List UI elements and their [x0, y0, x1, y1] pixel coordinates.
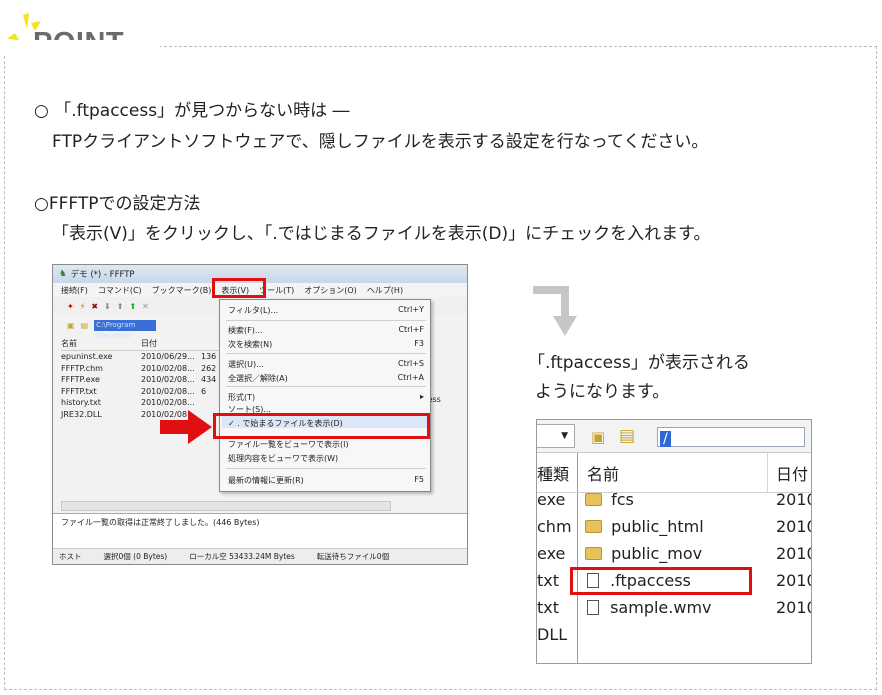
menu-bookmark[interactable]: ブックマーク(B) — [152, 285, 212, 296]
date-cell: 2010 — [776, 571, 811, 590]
status-local-free: ローカル空 53433.24M Bytes — [189, 552, 295, 561]
file-row[interactable]: FFFTP.txt 2010/02/08... 6 — [61, 386, 221, 398]
chevron-down-icon: ▼ — [561, 431, 568, 441]
highlight-view-menu — [212, 278, 266, 298]
menu-item-refresh[interactable]: 最新の情報に更新(R) F5 — [228, 475, 424, 486]
menu-item-format[interactable]: 形式(T) ▸ — [228, 392, 424, 403]
date-cell: 2010 — [776, 598, 811, 617]
note-line-2: FTPクライアントソフトウェアで、隠しファイルを表示する設定を行なってください。 — [52, 132, 709, 152]
type-cell: txt — [537, 571, 560, 590]
folder-up-icon[interactable]: ▣ — [67, 321, 75, 330]
date-cell: 2010 — [776, 544, 811, 563]
up-folder-icon[interactable]: ⬆ — [129, 302, 136, 311]
type-cell: txt — [537, 598, 560, 617]
menu-item-find[interactable]: 検索(F)... Ctrl+F — [228, 325, 424, 336]
remote-toolbar: ▼ ▣ ▤ / — [537, 420, 811, 453]
list-item[interactable]: public_html — [585, 517, 704, 536]
list-item[interactable]: sample.wmv — [585, 598, 712, 617]
open-folder-icon[interactable]: ▤ — [619, 426, 635, 446]
menu-command[interactable]: コマンド(C) — [98, 285, 142, 296]
red-arrow-icon — [160, 410, 212, 444]
status-host: ホスト — [59, 552, 82, 561]
remote-path-input[interactable]: / — [657, 427, 805, 447]
menu-options[interactable]: オプション(O) — [304, 285, 357, 296]
folder-icon — [585, 520, 602, 533]
log-area: ファイル一覧の取得は正常終了しました。(446 Bytes) — [53, 513, 467, 549]
local-path-input[interactable]: C:\Program Files\Ffftp — [94, 319, 157, 340]
col-type-header[interactable]: 種類 — [537, 461, 569, 485]
remote-file-view: ▼ ▣ ▤ / 種類 名前 日付 exe chm exe txt txt DLL… — [536, 419, 812, 664]
highlight-ftpaccess-row — [570, 567, 752, 595]
file-row[interactable]: epuninst.exe 2010/06/29... 136 — [61, 351, 221, 363]
col-date-header[interactable]: 日付 — [776, 461, 808, 485]
file-icon — [587, 600, 599, 615]
menu-item-filter[interactable]: フィルタ(L)... Ctrl+Y — [228, 305, 424, 316]
type-cell: exe — [537, 544, 566, 563]
col-name-header[interactable]: 名前 — [587, 461, 619, 485]
disconnect-icon[interactable]: ✖ — [91, 302, 98, 311]
folder-up-icon[interactable]: ▣ — [591, 428, 605, 446]
window-title: デモ (*) - FFFTP — [70, 270, 135, 280]
download-icon[interactable]: ⬇ — [104, 302, 111, 311]
col-date[interactable]: 日付 — [141, 338, 201, 349]
list-item[interactable]: public_mov — [585, 544, 702, 563]
note-line-1: ○ 「.ftpaccess」が見つからない時は ― — [34, 101, 350, 121]
upload-icon[interactable]: ⬆ — [117, 302, 124, 311]
col-name[interactable]: 名前 — [61, 338, 141, 349]
callout-line-2: ようになります。 — [535, 382, 670, 402]
type-cell: exe — [537, 490, 566, 509]
delete-icon[interactable]: ✕ — [142, 302, 149, 311]
type-cell: chm — [537, 517, 572, 536]
local-file-list: 名前 日付 epuninst.exe 2010/06/29... 136 FFFTP… — [61, 337, 221, 420]
menu-item-select[interactable]: 選択(U)... Ctrl+S — [228, 359, 424, 370]
menu-item-find-next[interactable]: 次を検索(N) F3 — [228, 339, 424, 350]
menu-item-list-in-viewer[interactable]: ファイル一覧をビューワで表示(I) — [228, 439, 424, 450]
folder-icon — [585, 547, 602, 560]
callout-line-1: 「.ftpaccess」が表示される — [528, 353, 750, 373]
down-arrow-icon — [533, 286, 577, 336]
highlight-dotfiles-item — [213, 413, 430, 439]
app-icon: ♞ — [59, 269, 67, 279]
list-item[interactable]: fcs — [585, 490, 634, 509]
horizontal-scrollbar[interactable] — [61, 501, 391, 511]
date-cell: 2010 — [776, 490, 811, 509]
drive-combo[interactable]: ▼ — [537, 424, 575, 448]
menu-item-select-all[interactable]: 全選択／解除(A) Ctrl+A — [228, 373, 424, 384]
type-cell: DLL — [537, 625, 568, 644]
quick-connect-icon[interactable]: ⚡ — [80, 302, 86, 311]
menu-help[interactable]: ヘルプ(H) — [367, 285, 403, 296]
connect-icon[interactable]: ✦ — [67, 302, 74, 311]
status-selected: 選択0個 (0 Bytes) — [103, 552, 168, 561]
note-line-3: ○FFFTPでの設定方法 — [34, 194, 201, 214]
status-queue: 転送待ちファイル0個 — [316, 552, 390, 561]
folder-icon — [585, 493, 602, 506]
status-bar: ホスト 選択0個 (0 Bytes) ローカル空 53433.24M Bytes… — [53, 548, 467, 564]
open-folder-icon[interactable]: ▤ — [81, 321, 89, 330]
menu-connect[interactable]: 接続(F) — [61, 285, 88, 296]
file-row[interactable]: FFFTP.exe 2010/02/08... 434 — [61, 374, 221, 386]
date-cell: 2010 — [776, 517, 811, 536]
file-row[interactable]: FFFTP.chm 2010/02/08... 262 — [61, 363, 221, 375]
file-row[interactable]: history.txt 2010/02/08... — [61, 397, 221, 409]
menu-item-log-in-viewer[interactable]: 処理内容をビューワで表示(W) — [228, 453, 424, 464]
view-menu-dropdown: フィルタ(L)... Ctrl+Y 検索(F)... Ctrl+F 次を検索(N) F… — [219, 299, 431, 492]
note-line-4: 「表示(V)」をクリックし、「.ではじまるファイルを表示(D)」にチェックを入れ… — [52, 224, 711, 244]
